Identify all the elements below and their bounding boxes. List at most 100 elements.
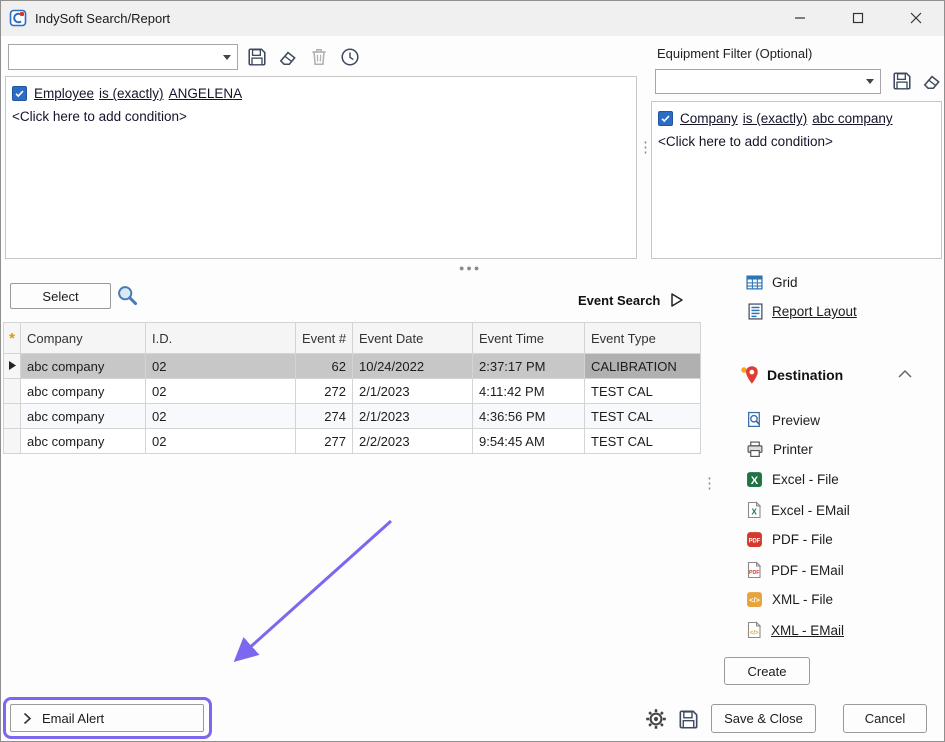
search-button[interactable]	[114, 282, 140, 308]
save-search-button[interactable]	[244, 44, 270, 70]
row-indicator	[4, 429, 21, 454]
equipment-filter-combobox[interactable]	[655, 69, 881, 94]
excel-email-icon: X	[746, 501, 762, 519]
collapse-chevron-icon[interactable]	[897, 368, 913, 380]
destination-option-pdf-email[interactable]: PDF PDF - EMail	[746, 561, 844, 579]
destination-option-xml-email[interactable]: </> XML - EMail	[746, 621, 844, 639]
preview-icon	[746, 411, 763, 429]
grid-cell[interactable]: CALIBRATION	[585, 354, 701, 379]
grid-option-label: Grid	[772, 275, 798, 290]
grid-cell[interactable]: 2/2/2023	[353, 429, 473, 454]
column-header[interactable]: Event Type	[585, 323, 701, 354]
condition-field-link[interactable]: Company	[680, 111, 738, 126]
delete-search-button[interactable]	[306, 44, 332, 70]
clock-icon	[340, 47, 360, 67]
select-button[interactable]: Select	[10, 283, 111, 309]
event-search-control[interactable]: Event Search	[578, 292, 685, 308]
condition-value-link[interactable]: ANGELENA	[169, 86, 243, 101]
minimize-icon	[794, 12, 806, 24]
condition-checkbox[interactable]	[12, 86, 27, 101]
column-header[interactable]: Event Date	[353, 323, 473, 354]
equipment-filter-label: Equipment Filter (Optional)	[657, 46, 812, 61]
destination-option-printer[interactable]: Printer	[746, 441, 813, 458]
destination-label: Destination	[767, 367, 843, 383]
save-settings-button[interactable]	[675, 706, 701, 732]
destination-section-header[interactable]: Destination	[740, 365, 843, 385]
grid-cell[interactable]: abc company	[21, 404, 146, 429]
condition-operator-link[interactable]: is (exactly)	[743, 111, 808, 126]
grid-cell[interactable]: 2/1/2023	[353, 404, 473, 429]
app-icon	[9, 9, 27, 27]
grid-cell[interactable]: 62	[296, 354, 353, 379]
trash-icon	[309, 47, 329, 67]
grid-cell[interactable]: TEST CAL	[585, 429, 701, 454]
output-option-report-layout[interactable]: Report Layout	[748, 303, 857, 320]
destination-option-excel-email[interactable]: X Excel - EMail	[746, 501, 850, 519]
row-indicator	[4, 354, 21, 379]
destination-option-xml-file[interactable]: </> XML - File	[746, 591, 833, 608]
grid-cell[interactable]: abc company	[21, 429, 146, 454]
clear-equipment-filter-button[interactable]	[919, 68, 945, 94]
grid-cell[interactable]: 02	[146, 379, 296, 404]
grid-cell[interactable]: 9:54:45 AM	[473, 429, 585, 454]
clear-search-button[interactable]	[275, 44, 301, 70]
grid-cell[interactable]: 2:37:17 PM	[473, 354, 585, 379]
check-icon	[14, 88, 25, 99]
condition-field-link[interactable]: Employee	[34, 86, 94, 101]
save-close-button[interactable]: Save & Close	[711, 704, 816, 733]
grid-cell[interactable]: 272	[296, 379, 353, 404]
row-header-corner: *	[4, 323, 21, 354]
table-row[interactable]: abc company 02 62 10/24/2022 2:37:17 PM …	[4, 354, 701, 379]
save-icon	[892, 71, 912, 91]
grid-cell[interactable]: 02	[146, 404, 296, 429]
condition-operator-link[interactable]: is (exactly)	[99, 86, 164, 101]
table-row[interactable]: abc company 02 272 2/1/2023 4:11:42 PM T…	[4, 379, 701, 404]
close-icon	[910, 12, 922, 24]
destination-option-label: PDF - EMail	[771, 563, 844, 578]
combo-dropdown-icon[interactable]	[217, 55, 237, 60]
history-button[interactable]	[337, 44, 363, 70]
destination-option-excel-file[interactable]: X Excel - File	[746, 471, 839, 488]
cancel-button[interactable]: Cancel	[843, 704, 927, 733]
destination-option-pdf-file[interactable]: PDF PDF - File	[746, 531, 833, 548]
combo-dropdown-icon[interactable]	[860, 79, 880, 84]
column-header[interactable]: Event Time	[473, 323, 585, 354]
search-preset-combobox[interactable]	[8, 44, 238, 70]
titlebar: IndySoft Search/Report	[0, 0, 945, 36]
column-header[interactable]: I.D.	[146, 323, 296, 354]
destination-option-preview[interactable]: Preview	[746, 411, 820, 429]
column-header[interactable]: Event #	[296, 323, 353, 354]
grid-cell[interactable]: 274	[296, 404, 353, 429]
condition-value-link[interactable]: abc company	[812, 111, 892, 126]
grid-cell[interactable]: 4:11:42 PM	[473, 379, 585, 404]
grid-cell[interactable]: 02	[146, 429, 296, 454]
grid-cell[interactable]: abc company	[21, 379, 146, 404]
output-option-grid[interactable]: Grid	[746, 274, 798, 291]
grid-cell[interactable]: 10/24/2022	[353, 354, 473, 379]
create-button[interactable]: Create	[724, 657, 810, 685]
add-condition-link[interactable]: <Click here to add condition>	[6, 103, 636, 130]
table-row[interactable]: abc company 02 277 2/2/2023 9:54:45 AM T…	[4, 429, 701, 454]
event-search-label: Event Search	[578, 293, 660, 308]
save-equipment-filter-button[interactable]	[889, 68, 915, 94]
grid-cell[interactable]: 4:36:56 PM	[473, 404, 585, 429]
minimize-button[interactable]	[771, 0, 829, 36]
maximize-button[interactable]	[829, 0, 887, 36]
condition-checkbox[interactable]	[658, 111, 673, 126]
splitter-handle[interactable]: ●●●	[459, 263, 481, 273]
grid-cell[interactable]: TEST CAL	[585, 404, 701, 429]
grid-cell[interactable]: 2/1/2023	[353, 379, 473, 404]
grid-cell[interactable]: abc company	[21, 354, 146, 379]
column-header[interactable]: Company	[21, 323, 146, 354]
grid-cell[interactable]: 277	[296, 429, 353, 454]
table-row[interactable]: abc company 02 274 2/1/2023 4:36:56 PM T…	[4, 404, 701, 429]
grid-cell[interactable]: 02	[146, 354, 296, 379]
splitter-handle[interactable]: ⋮	[702, 476, 717, 491]
close-button[interactable]	[887, 0, 945, 36]
add-condition-link[interactable]: <Click here to add condition>	[652, 128, 941, 155]
settings-button[interactable]	[643, 706, 669, 732]
email-alert-button[interactable]: Email Alert	[10, 704, 204, 732]
run-search-icon[interactable]	[669, 292, 685, 308]
grid-cell[interactable]: TEST CAL	[585, 379, 701, 404]
email-alert-label: Email Alert	[42, 711, 104, 726]
